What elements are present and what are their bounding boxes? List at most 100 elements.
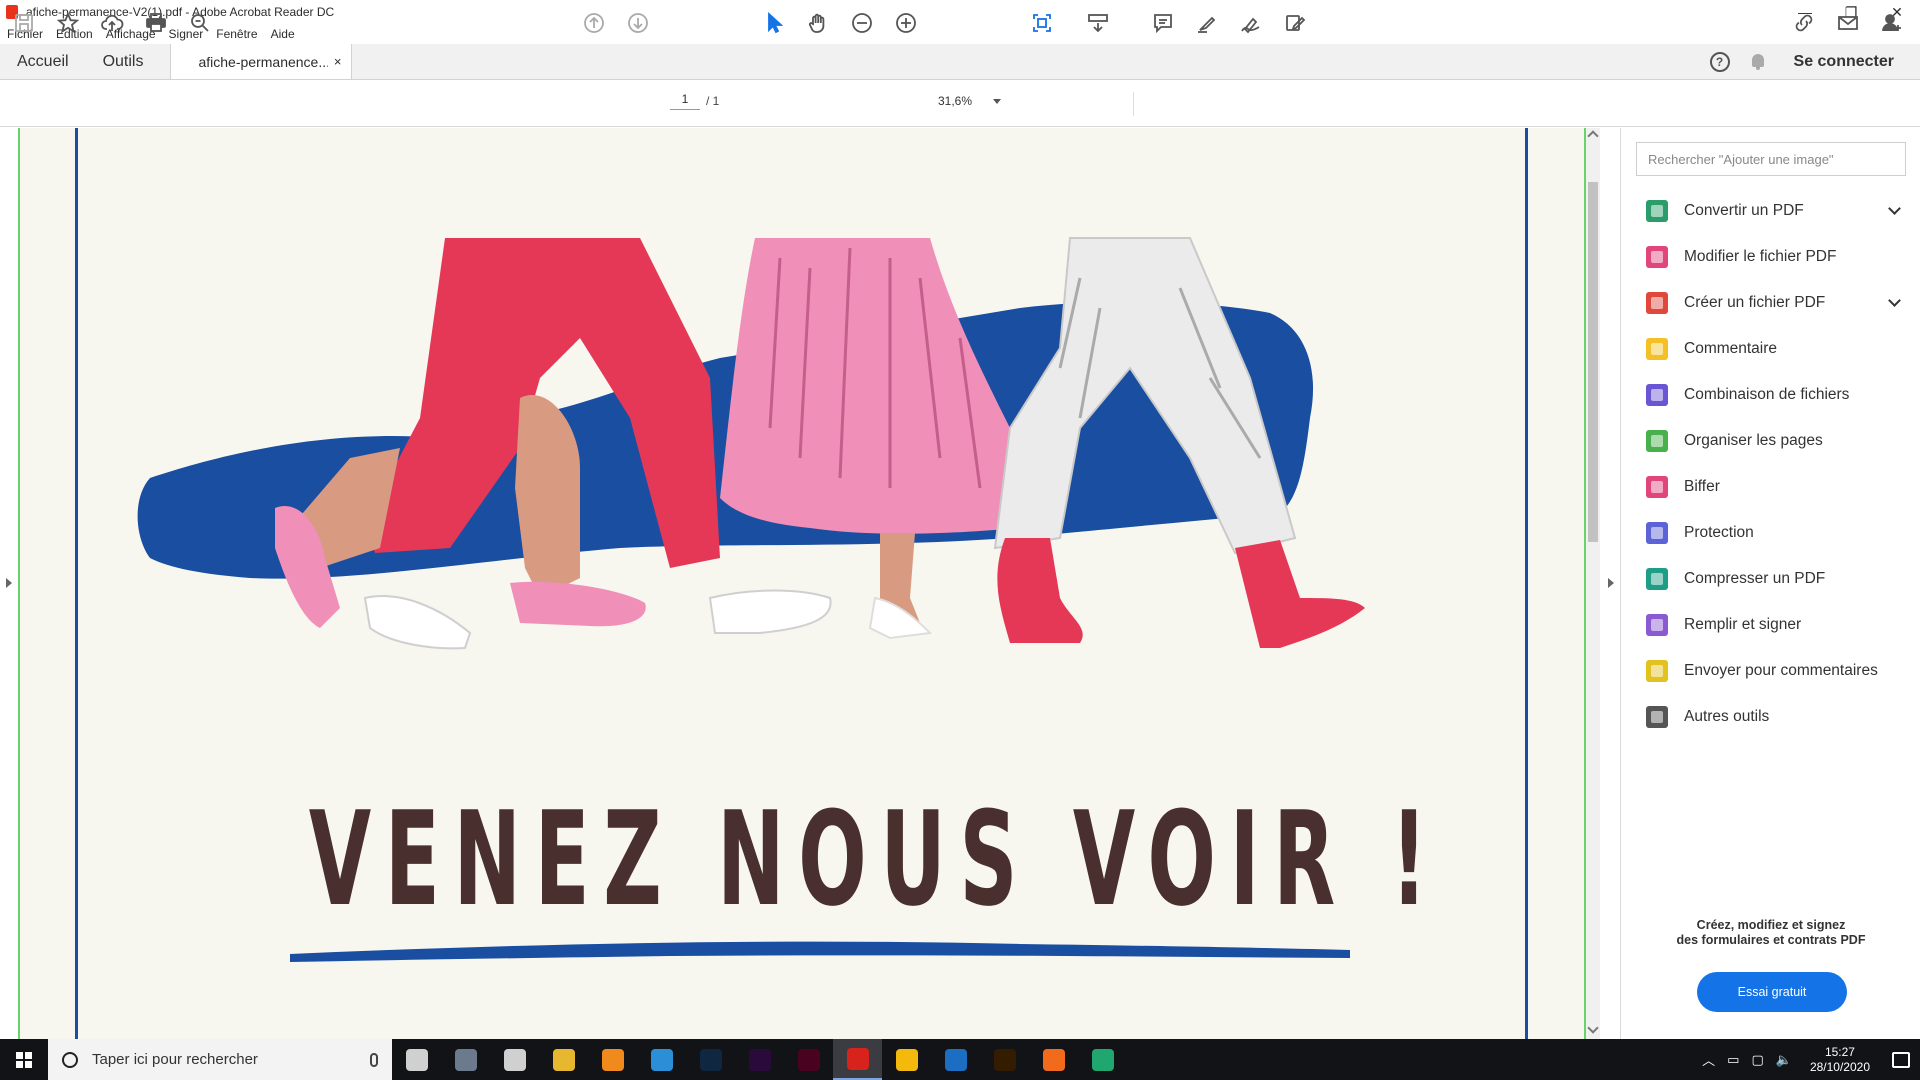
clock-time: 15:27 [1824,1044,1855,1059]
scrollbar-thumb[interactable] [1588,182,1598,542]
sign-pen-icon[interactable] [1239,10,1263,36]
taskbar-apps [392,1039,1127,1080]
tool-item[interactable]: Autres outils [1621,694,1920,740]
tool-item[interactable]: Biffer [1621,464,1920,510]
help-icon[interactable]: ? [1709,51,1730,72]
vlc-taskbar-button[interactable] [588,1039,637,1080]
edge-legacy-icon [650,1048,673,1071]
scroll-up-icon[interactable] [1587,130,1599,142]
tool-item[interactable]: Remplir et signer [1621,602,1920,648]
pinned-app-taskbar-button[interactable] [882,1039,931,1080]
menu-bar: Fichier Edition Affichage Signer Fenêtre… [0,24,1920,44]
pink-skirt [720,238,1020,534]
indesign-icon [797,1048,820,1071]
select-cursor-icon[interactable] [763,10,787,36]
document-viewer[interactable]: VENEZ NOUS VOIR ! [0,128,1620,1039]
email-icon[interactable] [1836,10,1860,36]
tab-accueil[interactable]: Accueil [0,44,86,79]
vertical-scrollbar[interactable] [1586,128,1600,1039]
zoom-out-icon[interactable] [850,10,874,36]
settings-taskbar-button[interactable] [490,1039,539,1080]
tab-outils[interactable]: Outils [86,44,161,79]
file-explorer-taskbar-button[interactable] [539,1039,588,1080]
tab-bar-actions: ? Se connecter [1709,44,1920,79]
menu-fenetre[interactable]: Fenêtre [216,27,257,41]
premiere-taskbar-button[interactable] [735,1039,784,1080]
highlight-pen-icon[interactable] [1195,10,1219,36]
edit-document-icon[interactable] [1283,10,1307,36]
taskbar-search[interactable]: Taper ici pour rechercher [48,1039,392,1080]
promo-line-1: Créez, modifiez et signez [1696,918,1846,932]
tool-item[interactable]: Commentaire [1621,326,1920,372]
indesign-taskbar-button[interactable] [784,1039,833,1080]
comment-icon[interactable] [1151,10,1175,36]
tool-label: Biffer [1684,478,1720,495]
free-trial-button[interactable]: Essai gratuit [1697,972,1847,1012]
tray-overflow-icon[interactable]: ︿ [1702,1050,1715,1069]
white-sneaker-left [363,595,472,650]
microphone-icon[interactable] [370,1052,378,1067]
task-view-taskbar-button[interactable] [392,1039,441,1080]
share-link-icon[interactable] [1792,10,1816,36]
acrobat-taskbar-button[interactable] [833,1039,882,1080]
acrobat-icon [846,1047,869,1070]
zoom-in-icon[interactable] [894,10,918,36]
chevron-down-icon[interactable] [1888,294,1901,307]
outlook-taskbar-button[interactable] [931,1039,980,1080]
sign-in-button[interactable]: Se connecter [1794,53,1894,71]
menu-aide[interactable]: Aide [271,27,295,41]
tool-item[interactable]: Combinaison de fichiers [1621,372,1920,418]
previous-page-icon[interactable] [582,10,606,36]
scroll-mode-icon[interactable] [1086,10,1110,36]
cloud-upload-icon[interactable] [100,10,124,36]
display-icon[interactable]: ▢ [1751,1052,1763,1068]
tab-document[interactable]: afiche-permanence... × [170,44,353,79]
tools-list: Convertir un PDF Modifier le fichier PDF C… [1621,188,1920,740]
firefox-taskbar-button[interactable] [1029,1039,1078,1080]
close-tab-icon[interactable]: × [334,54,342,69]
collapse-right-arrow-icon[interactable] [1608,578,1614,588]
start-button[interactable] [0,1039,48,1080]
cortana-icon [62,1051,78,1068]
tool-icon [1646,660,1668,682]
right-panel-toggle[interactable] [1600,128,1620,1039]
tool-item[interactable]: Compresser un PDF [1621,556,1920,602]
red-boot-right [1235,540,1365,648]
illustrator-taskbar-button[interactable] [980,1039,1029,1080]
tool-label: Compresser un PDF [1684,570,1826,587]
volume-icon[interactable]: 🔈 [1776,1052,1792,1068]
hand-tool-icon[interactable] [806,10,830,36]
fit-page-icon[interactable] [1030,10,1054,36]
page-number-input[interactable]: 1 [670,92,700,110]
network-icon[interactable]: ▭ [1727,1052,1739,1068]
tool-item[interactable]: Modifier le fichier PDF [1621,234,1920,280]
edge-taskbar-button[interactable] [1078,1039,1127,1080]
next-page-icon[interactable] [626,10,650,36]
zoom-level[interactable]: 31,6% [938,94,972,108]
notifications-icon[interactable] [1892,1051,1910,1068]
tool-item[interactable]: Envoyer pour commentaires [1621,648,1920,694]
tool-item[interactable]: Organiser les pages [1621,418,1920,464]
tools-search-input[interactable]: Rechercher "Ajouter une image" [1636,142,1906,176]
print-icon[interactable] [144,10,168,36]
chevron-down-icon[interactable] [1888,202,1901,215]
expand-left-arrow-icon[interactable] [6,578,12,588]
left-panel-toggle[interactable] [0,128,18,1039]
tool-item[interactable]: Protection [1621,510,1920,556]
save-icon[interactable] [12,10,36,36]
tool-icon [1646,706,1668,728]
premiere-icon [748,1048,771,1071]
calculator-taskbar-button[interactable] [441,1039,490,1080]
zoom-search-icon[interactable] [188,10,212,36]
bell-icon[interactable] [1750,53,1766,71]
scroll-down-icon[interactable] [1587,1022,1599,1034]
photoshop-taskbar-button[interactable] [686,1039,735,1080]
edge-legacy-taskbar-button[interactable] [637,1039,686,1080]
add-user-icon[interactable] [1880,10,1904,36]
vlc-icon [601,1048,624,1071]
star-icon[interactable] [56,10,80,36]
tool-item[interactable]: Convertir un PDF [1621,188,1920,234]
zoom-dropdown-icon[interactable] [993,99,1001,104]
tool-item[interactable]: Créer un fichier PDF [1621,280,1920,326]
clock[interactable]: 15:27 28/10/2020 [1810,1045,1870,1075]
